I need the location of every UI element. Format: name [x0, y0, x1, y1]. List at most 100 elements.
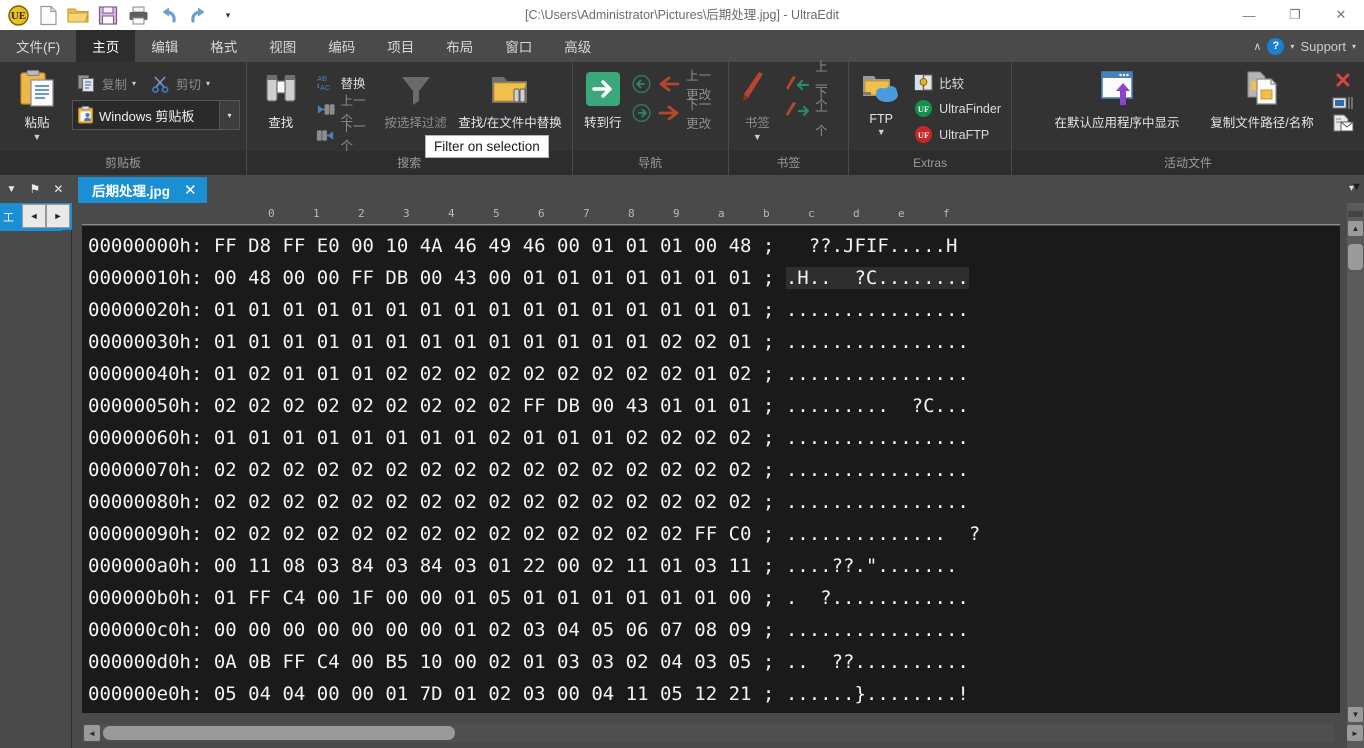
menu-item-layout[interactable]: 布局: [430, 30, 489, 62]
editor-overflow-chevron-down-icon[interactable]: ▼: [1351, 181, 1362, 193]
find-in-files-button[interactable]: 查找/在文件中替换: [454, 68, 565, 131]
vscroll-up-button[interactable]: ▲: [1348, 221, 1363, 236]
bookmark-chevron-down-icon[interactable]: ▼: [753, 132, 762, 142]
hex-row-bytes[interactable]: 02 02 02 02 02 02 02 02 02 02 02 02 02 0…: [214, 459, 763, 481]
left-panel-prev-button[interactable]: ◄: [22, 204, 46, 228]
vertical-scrollbar[interactable]: ▼ ▲ ▼: [1347, 181, 1364, 748]
hex-row[interactable]: 00000010h: 00 48 00 00 FF DB 00 43 00 01…: [88, 262, 1340, 294]
menu-item-encoding[interactable]: 编码: [312, 30, 371, 62]
hex-row[interactable]: 00000000h: FF D8 FF E0 00 10 4A 46 49 46…: [88, 230, 1340, 262]
hex-row[interactable]: 00000040h: 01 02 01 01 01 02 02 02 02 02…: [88, 358, 1340, 390]
hex-row[interactable]: 00000020h: 01 01 01 01 01 01 01 01 01 01…: [88, 294, 1340, 326]
hex-row[interactable]: 00000050h: 02 02 02 02 02 02 02 02 02 FF…: [88, 390, 1340, 422]
help-icon[interactable]: ?: [1267, 37, 1285, 55]
support-link[interactable]: Support: [1300, 39, 1346, 54]
hex-row-ascii[interactable]: .H.. ?C........: [785, 267, 969, 289]
hex-row[interactable]: 00000090h: 02 02 02 02 02 02 02 02 02 02…: [88, 518, 1340, 550]
hex-row-ascii[interactable]: ................: [786, 491, 969, 513]
hex-row[interactable]: 00000070h: 02 02 02 02 02 02 02 02 02 02…: [88, 454, 1340, 486]
cut-button[interactable]: 剪切 ▾: [146, 71, 214, 96]
ftp-chevron-down-icon[interactable]: ▼: [877, 127, 886, 137]
compare-button[interactable]: 比较: [909, 70, 1005, 95]
copy-button[interactable]: 复制 ▾: [72, 71, 140, 96]
hex-content-area[interactable]: 00000000h: FF D8 FF E0 00 10 4A 46 49 46…: [82, 226, 1340, 713]
document-tab-close-icon[interactable]: ✕: [184, 181, 197, 199]
hex-row-bytes[interactable]: 01 01 01 01 01 01 01 01 02 01 01 01 02 0…: [214, 427, 763, 449]
hex-row[interactable]: 00000060h: 01 01 01 01 01 01 01 01 02 01…: [88, 422, 1340, 454]
new-file-icon[interactable]: [34, 2, 62, 28]
hex-row-bytes[interactable]: 02 02 02 02 02 02 02 02 02 FF DB 00 43 0…: [214, 395, 763, 417]
nav-forward-button[interactable]: 下一更改: [627, 98, 722, 131]
hex-row-ascii[interactable]: ......... ?C...: [786, 395, 969, 417]
print-file-icon[interactable]: [124, 2, 152, 28]
panel-pin-icon[interactable]: ⚑: [30, 182, 41, 196]
menu-item-edit[interactable]: 编辑: [135, 30, 194, 62]
menu-item-home[interactable]: 主页: [76, 30, 136, 62]
hex-row-ascii[interactable]: .............. ?: [786, 523, 980, 545]
save-file-icon[interactable]: [94, 2, 122, 28]
hex-row-ascii[interactable]: ................: [786, 459, 969, 481]
hex-row-bytes[interactable]: 01 02 01 01 01 02 02 02 02 02 02 02 02 0…: [214, 363, 763, 385]
panel-close-icon[interactable]: ✕: [53, 182, 63, 196]
hscroll-right-button[interactable]: ►: [1347, 725, 1363, 741]
find-button[interactable]: 查找: [253, 68, 309, 131]
hex-row-ascii[interactable]: ......}........!: [786, 683, 969, 705]
hex-row[interactable]: 000000c0h: 00 00 00 00 00 00 00 01 02 03…: [88, 614, 1340, 646]
ultrafinder-button[interactable]: UF UltraFinder: [909, 96, 1005, 121]
find-next-button[interactable]: 下一个: [311, 120, 377, 153]
ftp-button[interactable]: FTP ▼: [855, 68, 907, 137]
hex-row-ascii[interactable]: ................: [786, 299, 969, 321]
undo-icon[interactable]: [154, 2, 182, 28]
hex-row-bytes[interactable]: 01 01 01 01 01 01 01 01 01 01 01 01 01 0…: [214, 299, 763, 321]
menu-item-project[interactable]: 项目: [371, 30, 430, 62]
hscroll-thumb[interactable]: [103, 726, 455, 740]
hex-row[interactable]: 00000080h: 02 02 02 02 02 02 02 02 02 02…: [88, 486, 1340, 518]
close-file-button[interactable]: ✕: [1334, 70, 1352, 92]
filter-on-selection-button[interactable]: 按选择过滤: [377, 68, 455, 131]
hscroll-left-button[interactable]: ◄: [84, 725, 100, 741]
hex-row-bytes[interactable]: 05 04 04 00 00 01 7D 01 02 03 00 04 11 0…: [214, 683, 763, 705]
hex-row-bytes[interactable]: 00 11 08 03 84 03 84 03 01 22 00 02 11 0…: [214, 555, 763, 577]
hex-row[interactable]: 000000b0h: 01 FF C4 00 1F 00 00 01 05 01…: [88, 582, 1340, 614]
hex-row-ascii[interactable]: .. ??..........: [786, 651, 969, 673]
goto-line-button[interactable]: 转到行: [579, 68, 628, 131]
hex-row-bytes[interactable]: 02 02 02 02 02 02 02 02 02 02 02 02 02 0…: [214, 491, 763, 513]
hex-row-ascii[interactable]: ??.JFIF.....H: [786, 235, 958, 257]
hex-row-bytes[interactable]: 0A 0B FF C4 00 B5 10 00 02 01 03 03 02 0…: [214, 651, 763, 673]
left-panel-next-button[interactable]: ►: [46, 204, 70, 228]
horizontal-scrollbar[interactable]: ◄: [82, 724, 1334, 742]
next-bookmark-button[interactable]: 下一个: [780, 86, 842, 138]
hex-row[interactable]: 000000a0h: 00 11 08 03 84 03 84 03 01 22…: [88, 550, 1340, 582]
hex-row-ascii[interactable]: ....??.".......: [786, 555, 958, 577]
clipboard-select[interactable]: Windows 剪贴板 ▾: [72, 100, 240, 130]
paste-button[interactable]: 粘贴 ▼: [6, 68, 68, 142]
redo-icon[interactable]: [184, 2, 212, 28]
app-logo-icon[interactable]: UE: [4, 2, 32, 28]
copy-file-path-button[interactable]: 复制文件路径/名称: [1192, 68, 1332, 131]
hex-row-ascii[interactable]: ................: [786, 363, 969, 385]
hex-row-bytes[interactable]: FF D8 FF E0 00 10 4A 46 49 46 00 01 01 0…: [214, 235, 763, 257]
help-chevron-down-icon[interactable]: ▾: [1290, 42, 1294, 51]
hex-row-ascii[interactable]: ................: [786, 619, 969, 641]
hex-row-bytes[interactable]: 00 00 00 00 00 00 00 01 02 03 04 05 06 0…: [214, 619, 763, 641]
clipboard-select-chevron-down-icon[interactable]: ▾: [219, 101, 239, 129]
file-list-icon[interactable]: [1332, 95, 1354, 111]
show-in-default-app-button[interactable]: 在默认应用程序中显示: [1042, 68, 1192, 131]
hex-row[interactable]: 000000e0h: 05 04 04 00 00 01 7D 01 02 03…: [88, 678, 1340, 710]
hex-row-bytes[interactable]: 00 48 00 00 FF DB 00 43 00 01 01 01 01 0…: [214, 267, 763, 289]
hex-row-ascii[interactable]: ................: [786, 331, 969, 353]
menu-item-view[interactable]: 视图: [253, 30, 312, 62]
hex-row[interactable]: 00000030h: 01 01 01 01 01 01 01 01 01 01…: [88, 326, 1340, 358]
hex-row-ascii[interactable]: ................: [786, 427, 969, 449]
open-file-icon[interactable]: [64, 2, 92, 28]
hex-row-bytes[interactable]: 02 02 02 02 02 02 02 02 02 02 02 02 02 0…: [214, 523, 763, 545]
support-chevron-down-icon[interactable]: ▾: [1352, 42, 1356, 51]
bookmark-button[interactable]: 书签 ▼: [735, 68, 780, 142]
hex-row[interactable]: 000000d0h: 0A 0B FF C4 00 B5 10 00 02 01…: [88, 646, 1340, 678]
menu-item-advanced[interactable]: 高级: [548, 30, 607, 62]
menu-item-format[interactable]: 格式: [194, 30, 253, 62]
hex-row-ascii[interactable]: . ?............: [786, 587, 969, 609]
ultraftp-button[interactable]: UF UltraFTP: [909, 122, 1005, 147]
quick-access-more-icon[interactable]: ▾: [214, 2, 242, 28]
hex-row-bytes[interactable]: 01 FF C4 00 1F 00 00 01 05 01 01 01 01 0…: [214, 587, 763, 609]
